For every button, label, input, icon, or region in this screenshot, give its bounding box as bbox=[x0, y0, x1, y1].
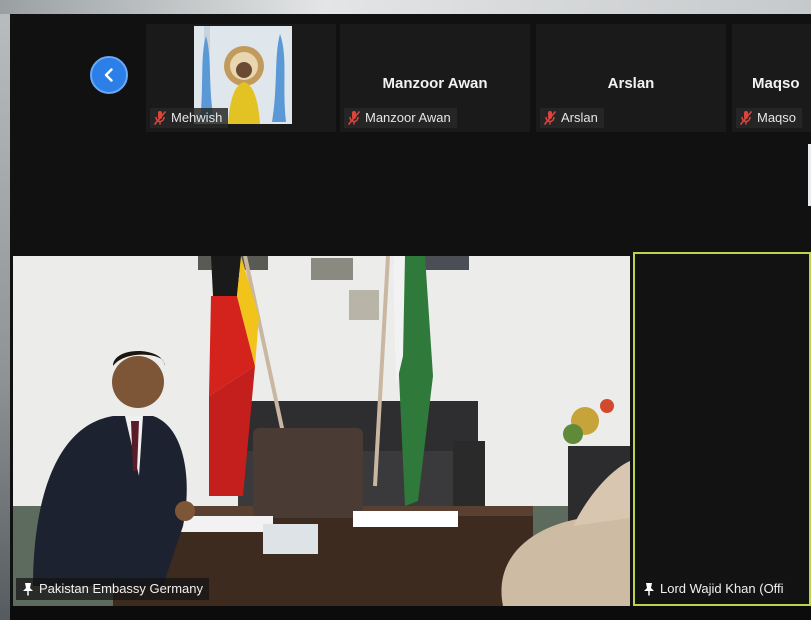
office-video-feed bbox=[13, 256, 630, 606]
active-speaker-tile[interactable]: Lord Wajid Khan (Offi bbox=[633, 252, 811, 606]
participant-name-label: Arslan bbox=[540, 108, 604, 128]
speaker-participant-name: Lord Wajid Khan (Offi bbox=[660, 581, 784, 596]
participant-tile-mehwish[interactable]: Mehwish bbox=[146, 24, 336, 132]
pin-icon bbox=[23, 583, 33, 596]
mic-muted-icon bbox=[739, 110, 753, 126]
participant-name-label: Mehwish bbox=[150, 108, 229, 128]
participant-filmstrip: Mehwish Manzoor Awan Manzoor Awan Arslan bbox=[10, 14, 811, 132]
main-video-tile[interactable]: Pakistan Embassy Germany bbox=[13, 256, 630, 606]
participant-name: Arslan bbox=[561, 110, 598, 125]
main-video-name-label: Pakistan Embassy Germany bbox=[16, 578, 210, 600]
mic-muted-icon bbox=[543, 110, 557, 126]
participant-display-name: Maqso bbox=[752, 75, 800, 92]
mic-muted-icon bbox=[153, 110, 167, 126]
participant-tile-arslan[interactable]: Arslan Arslan bbox=[536, 24, 726, 132]
screen-left-edge bbox=[0, 14, 10, 620]
mic-muted-icon bbox=[347, 110, 361, 126]
participant-name: Maqso bbox=[757, 110, 797, 125]
screen-top-edge bbox=[0, 0, 811, 14]
participant-name: Manzoor Awan bbox=[365, 110, 451, 125]
chevron-left-icon bbox=[104, 68, 113, 82]
participant-name: Mehwish bbox=[171, 110, 223, 125]
main-video-participant-name: Pakistan Embassy Germany bbox=[39, 581, 204, 596]
participant-name-label: Manzoor Awan bbox=[344, 108, 457, 128]
participant-display-name: Manzoor Awan bbox=[382, 75, 488, 92]
filmstrip-prev-button[interactable] bbox=[90, 56, 128, 94]
participant-display-name: Arslan bbox=[607, 75, 655, 92]
participant-tile-manzoor-awan[interactable]: Manzoor Awan Manzoor Awan bbox=[340, 24, 530, 132]
meeting-window: Mehwish Manzoor Awan Manzoor Awan Arslan bbox=[10, 14, 811, 620]
pin-icon bbox=[644, 583, 654, 596]
participant-tile-maqso[interactable]: Maqso Maqso bbox=[732, 24, 811, 132]
bottom-edge bbox=[10, 606, 811, 620]
participant-name-label: Maqso bbox=[736, 108, 803, 128]
speaker-name-label: Lord Wajid Khan (Offi bbox=[637, 578, 790, 600]
